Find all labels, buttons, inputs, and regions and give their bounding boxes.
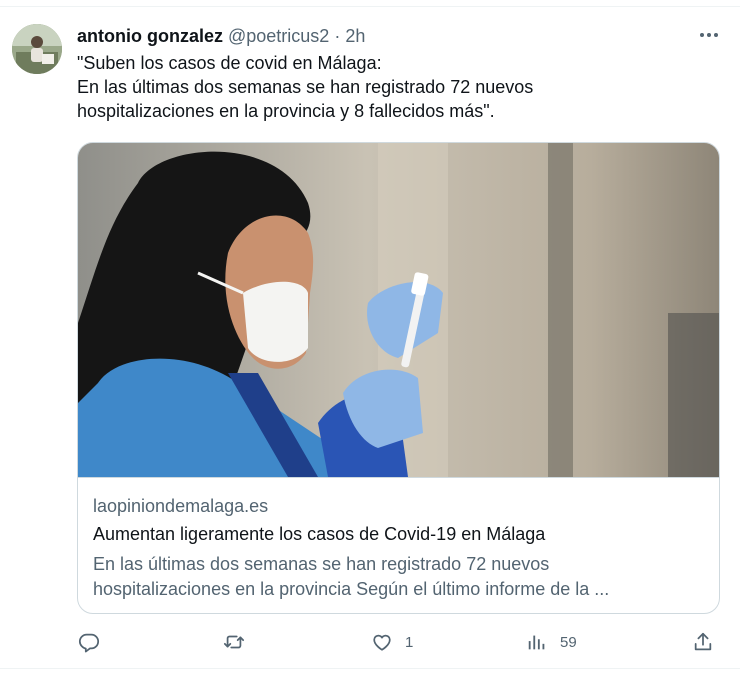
tweet-text-line: En las últimas dos semanas se han regist… [77, 77, 534, 97]
analytics-icon [526, 631, 548, 653]
reply-icon [78, 631, 100, 653]
card-description: En las últimas dos semanas se han regist… [93, 552, 703, 602]
tweet-text-line: hospitalizaciones en la provincia y 8 fa… [77, 101, 495, 121]
like-count: 1 [405, 633, 414, 651]
tweet-text: "Suben los casos de covid en Málaga: En … [77, 51, 717, 123]
heart-icon [371, 631, 393, 653]
share-icon [692, 631, 714, 653]
card-body[interactable]: laopiniondemalaga.es Aumentan ligerament… [78, 477, 719, 613]
bottom-divider [0, 668, 740, 669]
tweet-header: antonio gonzalez @poetricus2 · 2h [77, 25, 365, 47]
views-count: 59 [560, 633, 577, 651]
card-domain: laopiniondemalaga.es [93, 496, 269, 516]
separator-dot: · [334, 25, 341, 46]
retweet-icon [223, 631, 245, 653]
card-image[interactable] [78, 143, 719, 477]
more-dot [714, 33, 718, 37]
like-button[interactable]: 1 [371, 628, 413, 656]
reply-button[interactable] [78, 628, 112, 656]
tweet-actions: 1 59 [0, 628, 740, 656]
link-card[interactable]: laopiniondemalaga.es Aumentan ligerament… [77, 142, 720, 614]
more-dot [700, 33, 704, 37]
timestamp[interactable]: 2h [345, 26, 365, 47]
tweet-text-line: "Suben los casos de covid en Málaga: [77, 53, 382, 73]
retweet-button[interactable] [223, 628, 257, 656]
more-horizontal-icon[interactable] [694, 24, 724, 46]
share-button[interactable] [692, 628, 714, 656]
card-description-line: hospitalizaciones en la provincia Según … [93, 579, 610, 599]
card-title: Aumentan ligeramente los casos de Covid-… [93, 524, 546, 544]
avatar[interactable] [12, 24, 62, 74]
more-dot [707, 33, 711, 37]
author-handle[interactable]: @poetricus2 [228, 26, 329, 47]
card-description-line: En las últimas dos semanas se han regist… [93, 554, 550, 574]
author-name[interactable]: antonio gonzalez [77, 26, 223, 47]
top-divider [0, 6, 740, 7]
views-button[interactable]: 59 [526, 628, 577, 656]
